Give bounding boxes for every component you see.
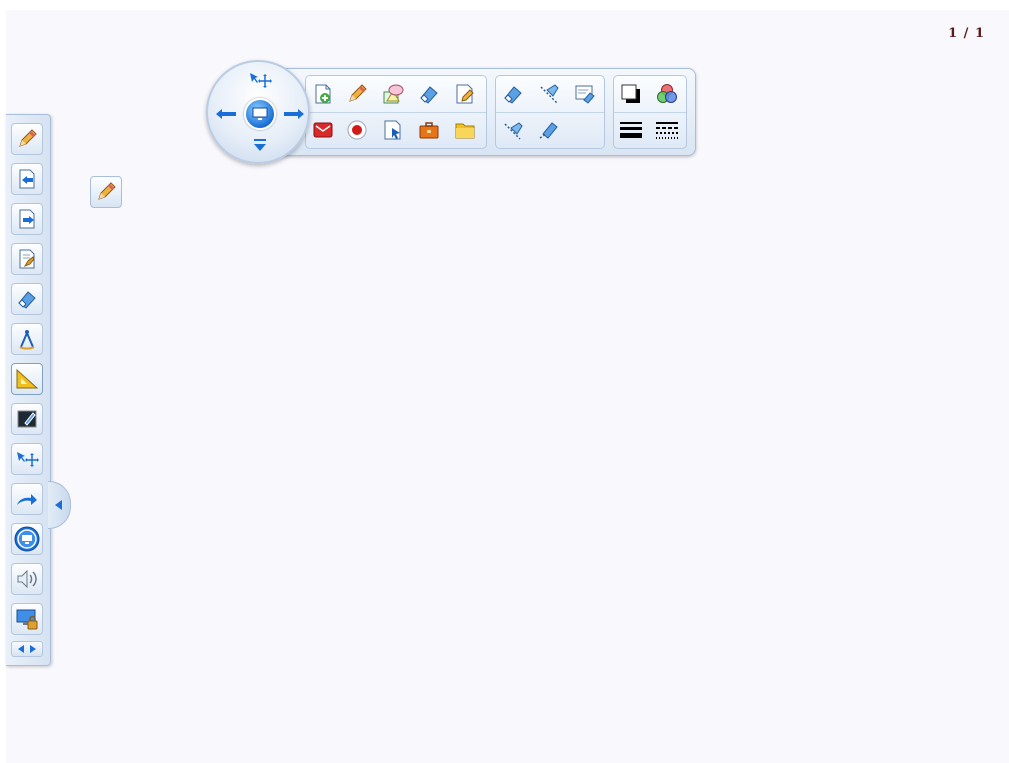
arrow-right-icon [283,107,305,121]
blackboard-icon [16,408,38,430]
eraser-icon [502,83,524,105]
folder-icon [454,119,476,141]
line-width-icon [619,119,643,141]
sidebar-item-screen[interactable] [11,523,43,555]
screen-lock-icon [15,608,39,630]
record-button[interactable] [342,116,372,144]
toolbar-group-erase [495,75,605,149]
eraser-button[interactable] [414,80,444,108]
sidebar-item-pencil[interactable] [11,123,43,155]
select-page-icon [382,119,404,141]
arrow-down-icon [252,139,268,153]
pencil-icon [346,83,368,105]
clear-icon [538,83,560,105]
shape-icon [382,83,404,105]
edit-page-button[interactable] [450,80,480,108]
presentation-icon [312,119,334,141]
clear-button[interactable] [534,80,564,108]
select-move-icon [248,71,272,89]
speaker-icon [15,568,39,590]
select-page-button[interactable] [378,116,408,144]
sidebar-item-triangle-ruler[interactable] [11,363,43,395]
arrow-right-button[interactable] [282,104,306,124]
line-width-button[interactable] [616,116,646,144]
eraser-button-2[interactable] [498,80,528,108]
shape-button[interactable] [378,80,408,108]
sidebar-item-page-back[interactable] [11,163,43,195]
sidebar-scroll[interactable] [11,641,43,657]
clear-selection-icon [502,119,524,141]
select-move-icon [15,450,39,468]
page-clear-icon [16,248,38,270]
sidebar-item-blackboard[interactable] [11,403,43,435]
toolbar-panel [258,68,696,156]
arrow-left-icon[interactable] [18,645,25,653]
sidebar-item-compass[interactable] [11,323,43,355]
page-counter: 1 / 1 [948,26,985,41]
whiteboard-eraser-button[interactable] [570,80,600,108]
eraser-icon [418,83,440,105]
whiteboard-eraser-icon [574,83,596,105]
page-forward-icon [16,208,38,230]
sidebar-item-eraser[interactable] [11,283,43,315]
toolbox-icon [418,119,440,141]
screen-button[interactable] [244,98,276,130]
new-page-button[interactable] [308,80,338,108]
sidebar-item-select-move[interactable] [11,443,43,475]
chevron-left-icon [55,500,63,510]
line-style-icon [655,119,679,141]
color-palette-button[interactable] [652,80,682,108]
arrow-down-button[interactable] [248,136,272,156]
screen-icon [252,107,268,121]
page-back-icon [16,168,38,190]
line-style-button[interactable] [652,116,682,144]
new-page-icon [312,83,334,105]
pencil-icon [95,181,117,203]
left-sidebar [6,114,71,666]
area-eraser-icon [538,119,560,141]
pencil-button[interactable] [342,80,372,108]
sidebar-item-redo[interactable] [11,483,43,515]
sidebar-item-screen-lock[interactable] [11,603,43,635]
floating-toolbar [206,60,696,166]
current-tool-indicator [90,176,122,208]
pencil-icon [16,128,38,150]
redo-arrow-icon [15,491,39,507]
folder-button[interactable] [450,116,480,144]
arrow-left-icon [215,107,237,121]
toolbar-group-style [613,75,687,149]
compass-icon [16,328,38,350]
screen-icon [14,526,40,552]
sidebar-item-page-clear[interactable] [11,243,43,275]
color-palette-icon [656,83,678,105]
area-eraser-button[interactable] [534,116,564,144]
sidebar-item-speaker[interactable] [11,563,43,595]
navigation-wheel[interactable] [206,60,310,164]
edit-page-icon [454,83,476,105]
select-move-button[interactable] [248,70,272,90]
toolbar-group-tools [305,75,487,149]
eraser-icon [16,288,38,310]
presentation-button[interactable] [308,116,338,144]
color-fill-icon [620,83,642,105]
triangle-ruler-icon [15,368,39,390]
record-icon [346,119,368,141]
toolbox-button[interactable] [414,116,444,144]
arrow-left-button[interactable] [214,104,238,124]
color-fill-button[interactable] [616,80,646,108]
arrow-right-icon[interactable] [29,645,36,653]
clear-selection-button[interactable] [498,116,528,144]
sidebar-item-page-forward[interactable] [11,203,43,235]
